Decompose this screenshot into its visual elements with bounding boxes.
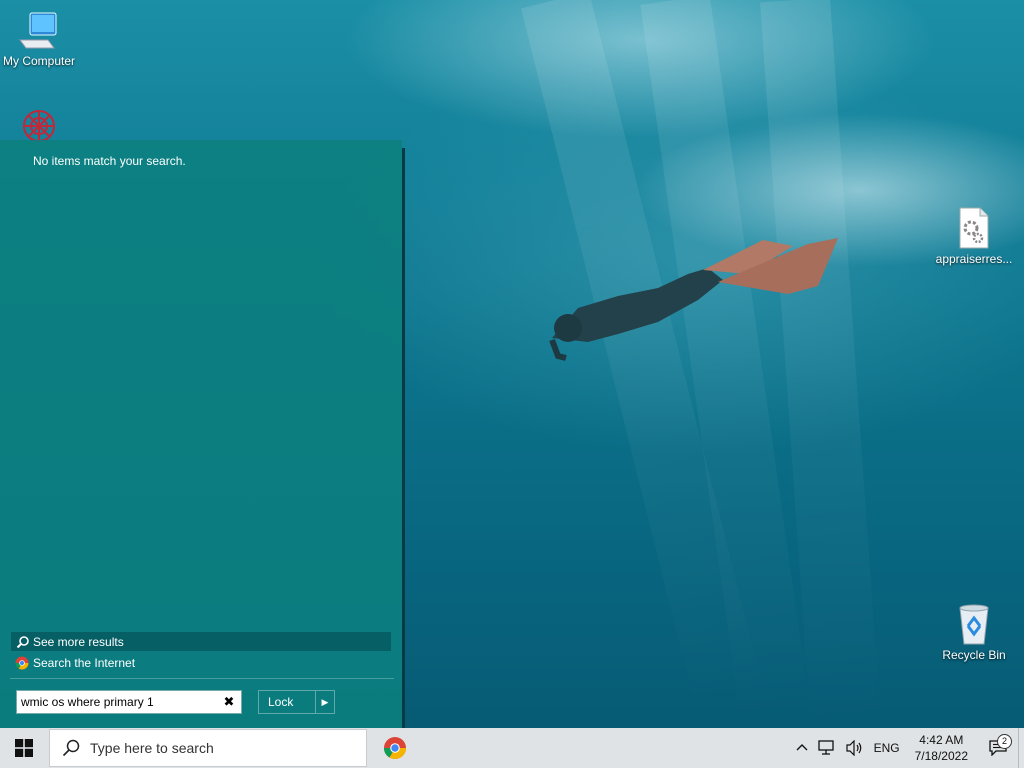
panel-divider-line [10, 678, 394, 679]
speaker-icon [845, 740, 861, 756]
language-indicator[interactable]: ENG [869, 741, 905, 755]
chevron-up-icon [796, 744, 808, 751]
search-internet-link[interactable]: Search the Internet [15, 656, 135, 670]
taskbar-chrome-button[interactable] [371, 728, 419, 768]
recycle-bin-icon [959, 604, 989, 645]
taskbar-search-box[interactable]: Type here to search [49, 729, 367, 767]
search-icon [16, 635, 29, 648]
computer-icon [19, 12, 57, 49]
panel-edge-divider [402, 148, 405, 728]
start-button[interactable] [0, 728, 48, 768]
clock-date: 7/18/2022 [914, 749, 968, 763]
search-icon [62, 739, 80, 757]
diver-image [549, 238, 838, 361]
no-results-message: No items match your search. [33, 154, 186, 168]
start-search-input[interactable] [17, 691, 221, 713]
desktop-icon-appraiserres[interactable]: appraiserres... [934, 206, 1014, 266]
action-center-button[interactable]: 2 [978, 734, 1018, 756]
network-tray-button[interactable] [813, 740, 841, 756]
network-icon [817, 740, 834, 755]
volume-tray-button[interactable] [841, 740, 869, 756]
windows-logo-icon [15, 739, 33, 757]
clear-search-icon[interactable]: ✖ [221, 694, 237, 710]
settings-file-icon [959, 207, 989, 249]
taskbar: Type here to search ENG 4:42 AM 7/18/202… [0, 728, 1024, 768]
see-more-results-link[interactable]: See more results [11, 632, 391, 651]
see-more-label: See more results [33, 634, 124, 649]
desktop-icon-recycle-bin[interactable]: Recycle Bin [934, 602, 1014, 662]
clock[interactable]: 4:42 AM 7/18/2022 [905, 732, 978, 764]
system-tray: ENG 4:42 AM 7/18/2022 2 [791, 728, 1024, 768]
desktop-icon-label: appraiserres... [935, 252, 1013, 266]
chrome-icon [15, 656, 29, 670]
desktop-icon-my-computer[interactable]: My Computer [0, 10, 79, 68]
chevron-right-icon[interactable]: ▶ [315, 691, 334, 713]
show-desktop-button[interactable] [1018, 728, 1024, 768]
search-internet-label: Search the Internet [33, 656, 136, 670]
start-search-box[interactable]: ✖ [16, 690, 242, 714]
show-hidden-icons-button[interactable] [791, 742, 813, 754]
start-search-panel: No items match your search. See more res… [0, 140, 402, 728]
chrome-icon [384, 737, 406, 759]
desktop-icon-label: My Computer [2, 54, 76, 68]
desktop-icon-label: Recycle Bin [942, 648, 1006, 662]
taskbar-search-placeholder: Type here to search [90, 740, 214, 756]
notification-count-badge: 2 [997, 734, 1012, 749]
lock-label: Lock [268, 695, 294, 709]
lock-button[interactable]: Lock ▶ [258, 690, 335, 714]
clock-time: 4:42 AM [919, 733, 964, 747]
